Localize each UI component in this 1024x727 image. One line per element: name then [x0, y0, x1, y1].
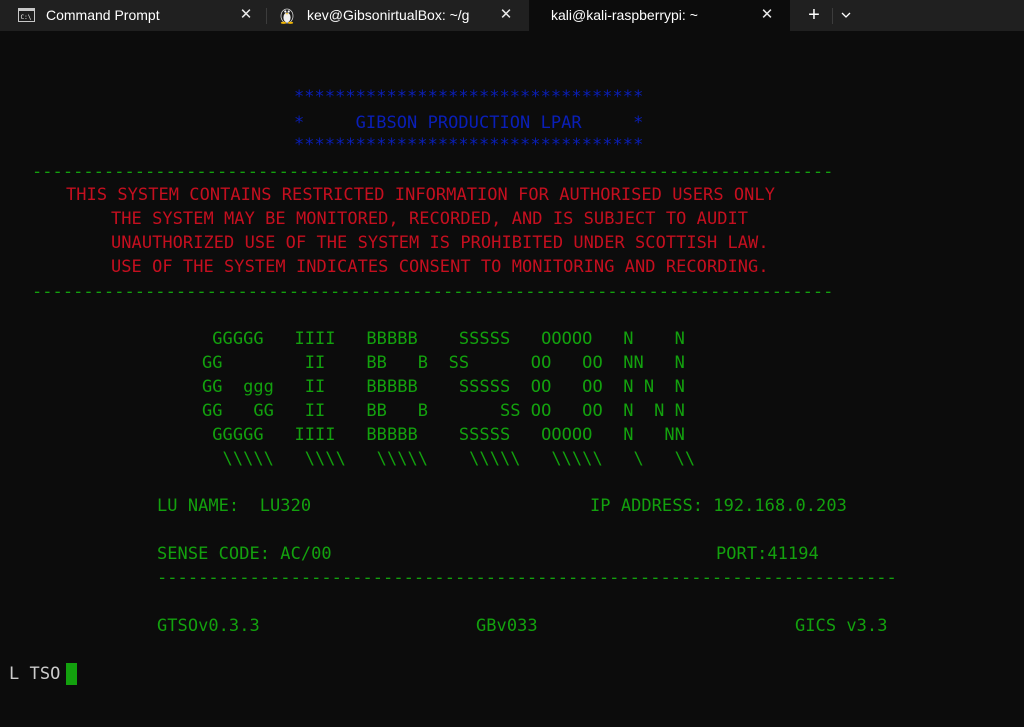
tab-label: kali@kali-raspberrypi: ~: [551, 7, 698, 23]
command-input[interactable]: L TSO: [9, 664, 60, 684]
divider: ----------------------------------------…: [32, 282, 834, 302]
text-cursor: [66, 663, 77, 685]
divider: ----------------------------------------…: [157, 568, 899, 588]
tab-separator: [832, 8, 833, 24]
warning-line-2: THE SYSTEM MAY BE MONITORED, RECORDED, A…: [111, 209, 749, 229]
tab-virtualbox[interactable]: kev@GibsonirtualBox: ~/g ✕: [267, 0, 529, 31]
tab-label: kev@GibsonirtualBox: ~/g: [307, 7, 470, 23]
logo-line-5: GGGGG IIII BBBBB SSSSS OOOOO N NN: [202, 425, 685, 445]
chevron-down-icon[interactable]: [834, 0, 858, 31]
banner-stars-top: **********************************: [294, 87, 644, 107]
logo-line-2: GG II BB B SS OO OO NN N: [202, 353, 685, 373]
tab-bar: C:\ Command Prompt ✕ kev@GibsonirtualBox…: [0, 0, 1024, 31]
new-tab-button[interactable]: +: [799, 0, 829, 31]
warning-line-3: UNAUTHORIZED USE OF THE SYSTEM IS PROHIB…: [111, 233, 769, 253]
lu-name: LU NAME: LU320: [157, 496, 312, 516]
ip-address: IP ADDRESS: 192.168.0.203: [590, 496, 847, 516]
version-tso: GTSOv0.3.3: [157, 616, 260, 636]
banner-title: * GIBSON PRODUCTION LPAR *: [294, 113, 644, 133]
tab-kali-raspberrypi[interactable]: kali@kali-raspberrypi: ~ ✕: [529, 0, 790, 31]
version-gb: GBv033: [476, 616, 538, 636]
close-icon[interactable]: ✕: [497, 6, 515, 24]
close-icon[interactable]: ✕: [758, 6, 776, 24]
sense-code: SENSE CODE: AC/00: [157, 544, 332, 564]
banner-stars-bottom: **********************************: [294, 135, 644, 155]
logo-line-4: GG GG II BB B SS OO OO N N N: [202, 401, 685, 421]
cmd-icon: C:\: [18, 8, 35, 22]
version-gics: GICS v3.3: [795, 616, 888, 636]
terminal-screen[interactable]: ********************************** * GIB…: [0, 31, 1024, 727]
divider: ----------------------------------------…: [32, 162, 834, 182]
tab-command-prompt[interactable]: C:\ Command Prompt ✕: [0, 0, 265, 31]
logo-line-1: GGGGG IIII BBBBB SSSSS OOOOO N N: [202, 329, 685, 349]
svg-text:C:\: C:\: [21, 14, 32, 21]
close-icon[interactable]: ✕: [237, 6, 255, 24]
warning-line-4: USE OF THE SYSTEM INDICATES CONSENT TO M…: [111, 257, 769, 277]
tab-label: Command Prompt: [46, 7, 160, 23]
logo-line-3: GG ggg II BBBBB SSSSS OO OO N N N: [202, 377, 685, 397]
linux-tux-icon: [280, 8, 294, 24]
port: PORT:41194: [716, 544, 819, 564]
warning-line-1: THIS SYSTEM CONTAINS RESTRICTED INFORMAT…: [66, 185, 775, 205]
logo-line-6: \\\\\ \\\\ \\\\\ \\\\\ \\\\\ \ \\: [202, 449, 696, 469]
